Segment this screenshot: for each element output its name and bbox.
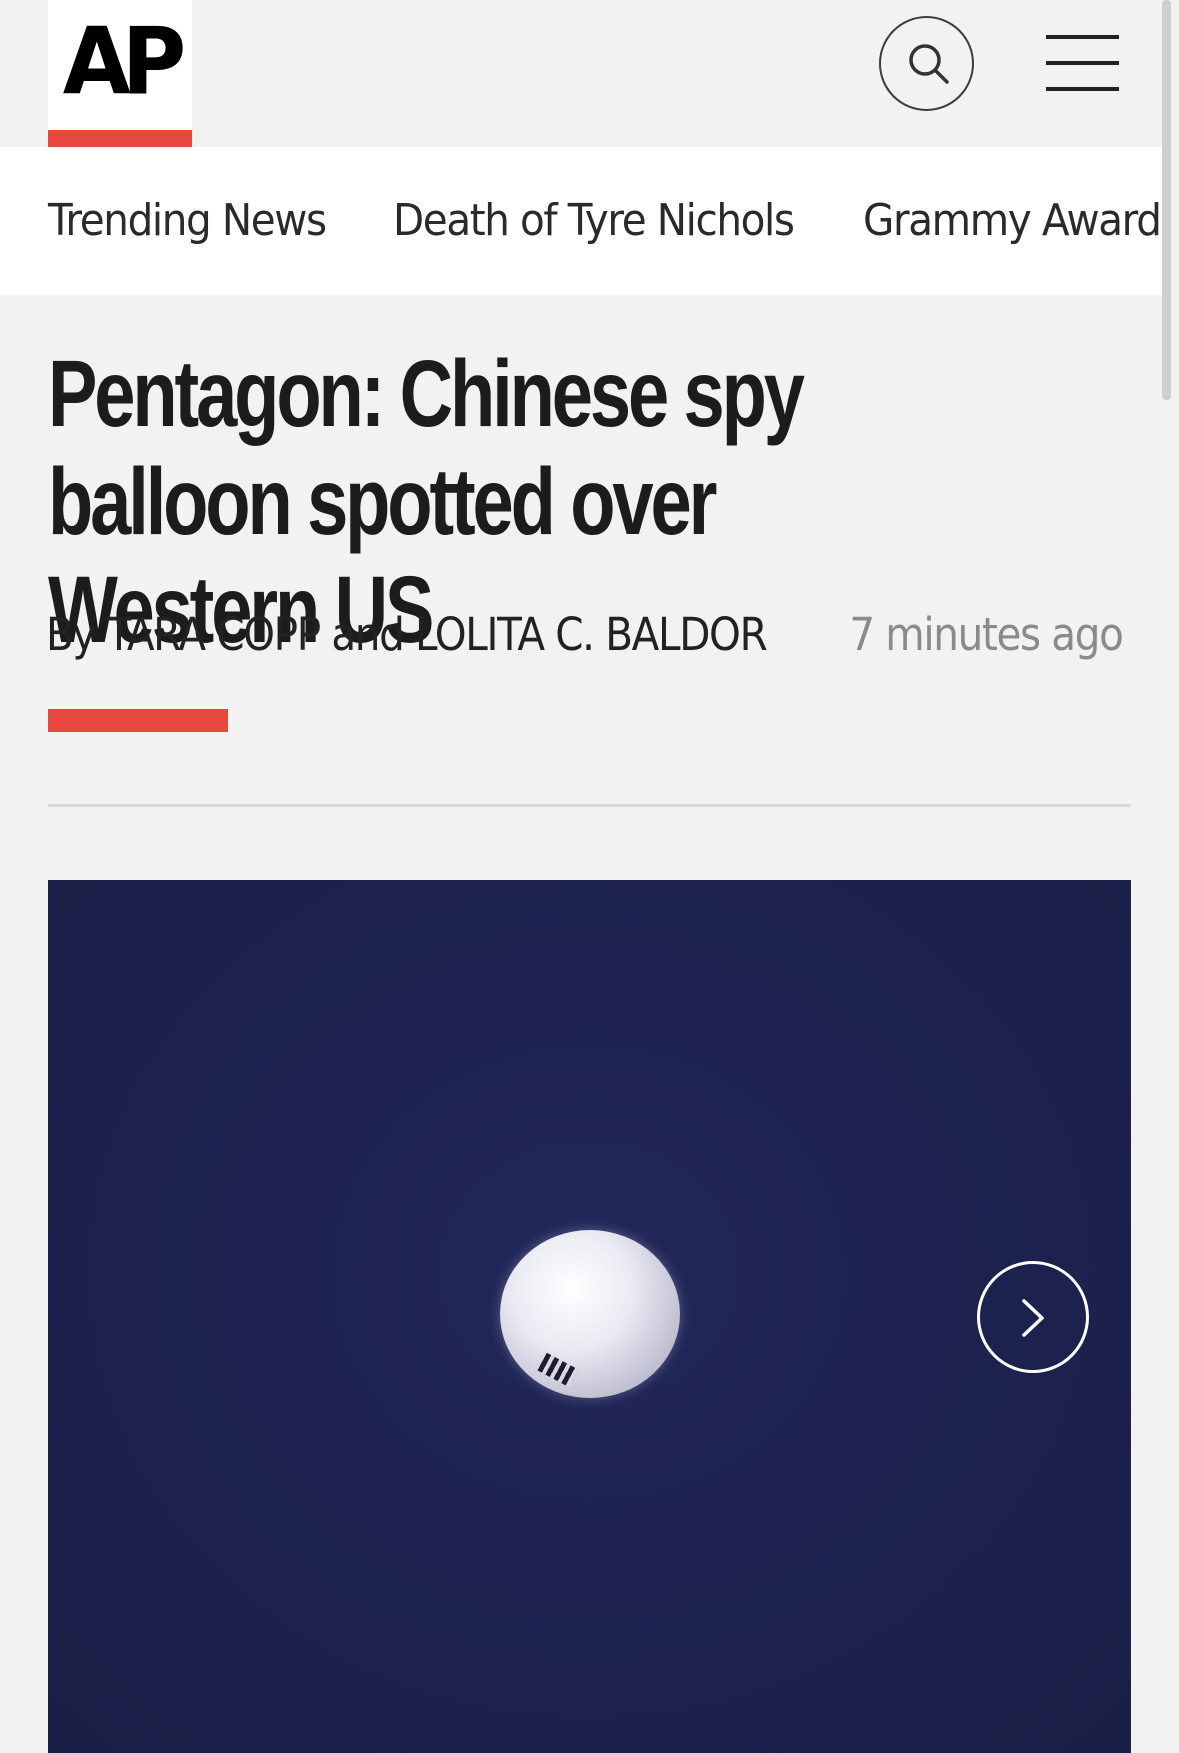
article-timestamp: 7 minutes ago [849, 608, 1125, 661]
search-icon [909, 44, 949, 84]
scrollbar[interactable] [1162, 0, 1171, 400]
article-byline: By TARA COPP and LOLITA C. BALDOR [46, 608, 768, 661]
headline-accent-bar [48, 709, 228, 732]
chevron-right-icon [1022, 1299, 1044, 1337]
menu-line [1046, 87, 1119, 91]
hamburger-menu-icon[interactable] [1046, 35, 1119, 91]
menu-line [1046, 35, 1119, 39]
logo-text: AP [62, 7, 187, 116]
nav-item-trending-news[interactable]: Trending News [48, 147, 327, 295]
article-photo[interactable] [48, 880, 1131, 1753]
balloon-image [500, 1230, 680, 1398]
logo-accent-bar [48, 130, 192, 147]
menu-line [1046, 61, 1119, 65]
search-button[interactable] [879, 16, 974, 111]
top-bar: AP [0, 0, 1179, 147]
nav-item-grammy-awards[interactable]: Grammy Awards [863, 147, 1168, 295]
ap-logo[interactable]: AP [48, 0, 192, 147]
next-image-button[interactable] [977, 1261, 1089, 1373]
nav-item-death-of-tyre-nichols[interactable]: Death of Tyre Nichols [393, 147, 795, 295]
trending-nav: Trending News Death of Tyre Nichols Gram… [0, 147, 1168, 295]
divider [48, 804, 1131, 807]
